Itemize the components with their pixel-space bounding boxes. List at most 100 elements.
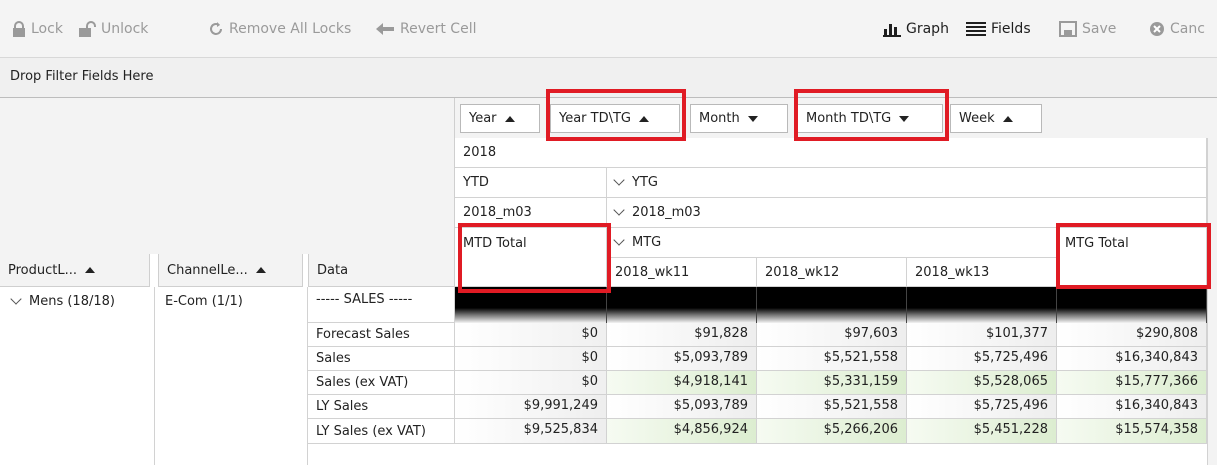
header-week-11: 2018_wk11: [607, 258, 757, 287]
header-mtg-total: MTG Total: [1057, 228, 1207, 287]
header-week-11-label: 2018_wk11: [615, 264, 690, 280]
section-separator-cell: [1057, 287, 1207, 323]
value-cell[interactable]: $16,340,843: [1057, 347, 1207, 371]
value-cell[interactable]: $4,918,141: [607, 371, 757, 395]
value-cell[interactable]: $5,725,496: [907, 347, 1057, 371]
save-label: Save: [1082, 21, 1117, 37]
value-cell[interactable]: $0: [455, 371, 607, 395]
value-cell[interactable]: $4,856,924: [607, 419, 757, 444]
field-year-td-tg-label: Year TD\TG: [559, 111, 632, 126]
value-cell[interactable]: $5,725,496: [907, 395, 1057, 419]
header-month-ytd: 2018_m03: [455, 198, 607, 228]
value-cell[interactable]: $5,093,789: [607, 395, 757, 419]
row-label-forecast-sales: Forecast Sales: [308, 323, 455, 347]
remove-all-locks-button[interactable]: Remove All Locks: [208, 18, 351, 40]
revert-cell-button[interactable]: Revert Cell: [375, 18, 476, 40]
section-separator-cell: [607, 287, 757, 323]
row-field-channel-label: ChannelLe...: [167, 262, 248, 278]
lock-label: Lock: [31, 21, 63, 37]
row-label-sales: Sales: [308, 347, 455, 371]
value-cell[interactable]: $15,574,358: [1057, 419, 1207, 444]
bar-chart-icon: [883, 24, 901, 37]
sort-desc-icon: [899, 115, 910, 122]
value-cell[interactable]: $101,377: [907, 323, 1057, 347]
field-year-td-tg[interactable]: Year TD\TG: [550, 104, 680, 133]
chevron-down-icon[interactable]: [613, 204, 625, 216]
filter-drop-area[interactable]: Drop Filter Fields Here: [0, 58, 1217, 98]
row-field-product-label: ProductL...: [8, 262, 77, 278]
row-label-text: Forecast Sales: [316, 327, 410, 342]
field-week[interactable]: Week: [950, 104, 1042, 133]
unlock-icon: [79, 21, 96, 37]
unlock-button[interactable]: Unlock: [78, 18, 148, 40]
header-mtd-total-label: MTD Total: [463, 236, 527, 251]
row-label-text: ----- SALES -----: [316, 292, 413, 307]
value-cell[interactable]: $5,528,065: [907, 371, 1057, 395]
value-cell[interactable]: $290,808: [1057, 323, 1207, 347]
fields-label: Fields: [991, 21, 1031, 37]
value-cell[interactable]: $5,521,558: [757, 347, 907, 371]
graph-button[interactable]: Graph: [883, 18, 949, 40]
header-month-ytg-label: 2018_m03: [632, 205, 701, 220]
value-cell[interactable]: $9,991,249: [455, 395, 607, 419]
header-ytg[interactable]: YTG: [607, 168, 1207, 198]
section-separator-cell: [757, 287, 907, 323]
back-arrow-icon: [376, 23, 394, 35]
sort-asc-icon: [504, 115, 515, 122]
section-separator-cell: [907, 287, 1057, 323]
fields-button[interactable]: Fields: [966, 18, 1031, 40]
header-week-13: 2018_wk13: [907, 258, 1057, 287]
chevron-down-icon[interactable]: [613, 234, 625, 246]
chevron-down-icon[interactable]: [613, 174, 625, 186]
header-month-ytd-label: 2018_m03: [463, 205, 532, 220]
sort-asc-icon: [255, 267, 266, 273]
row-field-product[interactable]: ProductL...: [0, 254, 150, 287]
cancel-label: Canc: [1170, 21, 1205, 37]
row-group-channel-label: E-Com (1/1): [165, 294, 243, 309]
remove-all-locks-label: Remove All Locks: [229, 21, 352, 37]
sort-asc-icon: [85, 267, 95, 273]
save-button[interactable]: Save: [1059, 18, 1116, 40]
field-year[interactable]: Year: [460, 104, 540, 133]
header-ytd-label: YTD: [463, 175, 489, 190]
row-field-channel[interactable]: ChannelLe...: [158, 254, 303, 287]
row-group-product[interactable]: Mens (18/18): [0, 287, 155, 465]
value-cell[interactable]: $5,521,558: [757, 395, 907, 419]
section-separator-cell: [455, 287, 607, 323]
revert-cell-label: Revert Cell: [400, 21, 477, 37]
value-cell[interactable]: $97,603: [757, 323, 907, 347]
field-month-td-tg[interactable]: Month TD\TG: [797, 104, 943, 133]
row-label-text: LY Sales (ex VAT): [316, 423, 426, 439]
row-field-data[interactable]: Data: [308, 254, 455, 287]
value-cell[interactable]: $5,093,789: [607, 347, 757, 371]
refresh-icon: [210, 22, 222, 35]
value-cell[interactable]: $5,451,228: [907, 419, 1057, 444]
value-cell[interactable]: $91,828: [607, 323, 757, 347]
header-mtg[interactable]: MTG: [607, 228, 1057, 258]
value-cell[interactable]: $0: [455, 323, 607, 347]
header-ytd: YTD: [455, 168, 607, 198]
header-mtg-total-label: MTG Total: [1065, 236, 1129, 251]
field-year-label: Year: [469, 111, 497, 126]
header-month-ytg[interactable]: 2018_m03: [607, 198, 1207, 228]
cancel-button[interactable]: Canc: [1149, 18, 1205, 40]
header-week-13-label: 2018_wk13: [915, 264, 990, 280]
lock-button[interactable]: Lock: [12, 18, 63, 40]
header-ytg-label: YTG: [632, 175, 658, 190]
value-cell[interactable]: $9,525,834: [455, 419, 607, 444]
value-cell[interactable]: $5,331,159: [757, 371, 907, 395]
header-week-12: 2018_wk12: [757, 258, 907, 287]
value-cell[interactable]: $15,777,366: [1057, 371, 1207, 395]
row-label-ly-sales: LY Sales: [308, 395, 455, 419]
toolbar: Lock Unlock Remove All Locks Revert Cell…: [0, 0, 1217, 58]
value-cell[interactable]: $16,340,843: [1057, 395, 1207, 419]
value-cell[interactable]: $5,266,206: [757, 419, 907, 444]
field-month[interactable]: Month: [690, 104, 788, 133]
header-mtd-total: MTD Total: [455, 228, 607, 287]
chevron-down-icon[interactable]: [10, 293, 22, 305]
value-cell[interactable]: $0: [455, 347, 607, 371]
sort-asc-icon: [1002, 115, 1013, 122]
field-month-label: Month: [699, 111, 740, 126]
sort-asc-icon: [639, 115, 650, 122]
vertical-scrollbar[interactable]: [1207, 138, 1217, 465]
